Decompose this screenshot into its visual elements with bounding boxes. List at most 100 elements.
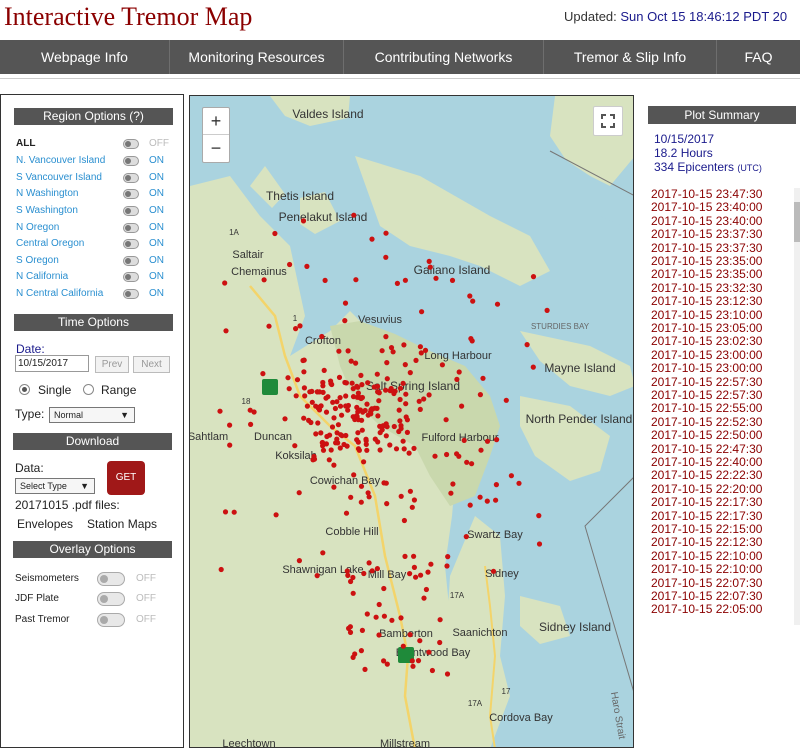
timestamp-item[interactable]: 2017-10-15 22:07:30: [651, 576, 762, 590]
epicenter-marker[interactable]: [444, 451, 450, 458]
epicenter-marker[interactable]: [364, 447, 370, 453]
epicenter-marker[interactable]: [403, 414, 409, 420]
epicenter-marker[interactable]: [508, 473, 514, 479]
epicenter-marker[interactable]: [361, 570, 367, 577]
epicenter-marker[interactable]: [372, 405, 378, 411]
region-row-all[interactable]: ALL OFF: [16, 136, 174, 152]
epicenter-marker[interactable]: [329, 424, 336, 430]
epicenter-marker[interactable]: [374, 566, 380, 572]
epicenter-marker[interactable]: [342, 318, 348, 324]
epicenter-marker[interactable]: [353, 277, 359, 283]
epicenter-marker[interactable]: [456, 369, 462, 375]
epicenter-marker[interactable]: [318, 430, 324, 436]
epicenter-marker[interactable]: [484, 498, 490, 504]
timestamp-item[interactable]: 2017-10-15 22:10:00: [651, 549, 762, 563]
epicenter-marker[interactable]: [384, 661, 390, 667]
epicenter-marker[interactable]: [325, 394, 331, 400]
epicenter-marker[interactable]: [282, 416, 288, 422]
epicenter-marker[interactable]: [530, 364, 536, 370]
epicenter-marker[interactable]: [355, 430, 361, 436]
timestamp-item[interactable]: 2017-10-15 22:55:00: [651, 402, 762, 415]
epicenter-marker[interactable]: [423, 586, 429, 593]
region-options-heading[interactable]: Region Options (?): [14, 108, 173, 125]
epicenter-marker[interactable]: [403, 401, 409, 407]
nav-tremor-slip-info[interactable]: Tremor & Slip Info: [544, 40, 717, 74]
epicenter-marker[interactable]: [371, 384, 377, 390]
epicenter-marker[interactable]: [516, 480, 522, 486]
epicenter-marker[interactable]: [293, 326, 299, 332]
epicenter-marker[interactable]: [417, 638, 423, 644]
epicenter-marker[interactable]: [322, 277, 328, 283]
epicenter-marker[interactable]: [406, 450, 412, 456]
epicenter-marker[interactable]: [364, 401, 370, 407]
epicenter-marker[interactable]: [428, 561, 434, 567]
epicenter-marker[interactable]: [324, 433, 330, 440]
epicenter-marker[interactable]: [404, 429, 410, 435]
epicenter-marker[interactable]: [300, 218, 307, 224]
epicenter-marker[interactable]: [260, 371, 266, 377]
epicenter-marker[interactable]: [307, 389, 313, 395]
epicenter-marker[interactable]: [287, 261, 293, 268]
epicenter-marker[interactable]: [336, 348, 342, 354]
epicenter-marker[interactable]: [384, 360, 390, 366]
epicenter-marker[interactable]: [444, 563, 450, 569]
epicenter-marker[interactable]: [429, 667, 435, 674]
prev-button[interactable]: Prev: [95, 356, 129, 373]
toggle-switch[interactable]: [123, 223, 139, 233]
timestamp-item[interactable]: 2017-10-15 22:12:30: [651, 536, 762, 549]
epicenter-marker[interactable]: [315, 405, 321, 411]
epicenter-marker[interactable]: [227, 422, 233, 428]
epicenter-marker[interactable]: [433, 275, 439, 281]
overlay-row-seismometers[interactable]: Seismometers OFF: [15, 571, 173, 587]
epicenter-marker[interactable]: [388, 345, 395, 351]
epicenter-marker[interactable]: [381, 613, 387, 619]
region-row-s-vancouver-island[interactable]: S Vancouver Island ON: [16, 170, 174, 186]
epicenter-marker[interactable]: [351, 472, 357, 478]
epicenter-marker[interactable]: [494, 301, 501, 307]
timestamp-item[interactable]: 2017-10-15 23:37:30: [651, 228, 762, 241]
toggle-switch[interactable]: [123, 156, 139, 166]
epicenter-marker[interactable]: [421, 396, 427, 402]
nav-webpage-info[interactable]: Webpage Info: [0, 40, 170, 74]
epicenter-marker[interactable]: [218, 566, 224, 573]
range-radio[interactable]: [83, 384, 94, 395]
epicenter-marker[interactable]: [409, 504, 415, 510]
epicenter-marker[interactable]: [413, 574, 419, 580]
timestamp-item[interactable]: 2017-10-15 22:05:00: [651, 603, 762, 616]
timestamp-item[interactable]: 2017-10-15 23:05:00: [651, 322, 762, 335]
epicenter-marker[interactable]: [337, 403, 344, 409]
timestamp-item[interactable]: 2017-10-15 23:40:00: [651, 201, 762, 214]
epicenter-marker[interactable]: [410, 663, 416, 669]
single-radio[interactable]: [19, 384, 30, 395]
epicenter-marker[interactable]: [445, 554, 451, 560]
epicenter-marker[interactable]: [450, 481, 456, 487]
epicenter-marker[interactable]: [350, 590, 356, 596]
epicenter-marker[interactable]: [345, 348, 351, 354]
timestamp-list[interactable]: 2017-10-15 23:47:30 2017-10-15 23:40:00 20…: [648, 186, 800, 631]
epicenter-marker[interactable]: [480, 375, 486, 381]
epicenter-marker[interactable]: [301, 415, 307, 421]
epicenter-marker[interactable]: [407, 571, 413, 577]
timestamp-item[interactable]: 2017-10-15 23:02:30: [651, 335, 762, 348]
epicenter-marker[interactable]: [231, 509, 237, 515]
map-canvas[interactable]: Valdes Island Thetis Island Penelakut Is…: [190, 96, 634, 748]
epicenter-marker[interactable]: [351, 212, 357, 218]
epicenter-marker[interactable]: [524, 342, 530, 348]
epicenter-marker[interactable]: [356, 447, 362, 453]
toggle-switch[interactable]: [123, 189, 139, 199]
epicenter-marker[interactable]: [294, 377, 301, 383]
epicenter-marker[interactable]: [417, 406, 423, 412]
epicenter-marker[interactable]: [334, 430, 340, 436]
epicenter-marker[interactable]: [407, 632, 413, 638]
epicenter-marker[interactable]: [358, 648, 364, 654]
region-row-central-oregon[interactable]: Central Oregon ON: [16, 236, 174, 252]
epicenter-marker[interactable]: [272, 230, 278, 237]
zoom-in-button[interactable]: +: [203, 108, 229, 135]
epicenter-marker[interactable]: [328, 378, 334, 384]
epicenter-marker[interactable]: [426, 392, 432, 398]
epicenter-marker[interactable]: [379, 348, 385, 354]
epicenter-marker[interactable]: [383, 254, 389, 260]
epicenter-marker[interactable]: [348, 358, 354, 364]
epicenter-marker[interactable]: [470, 298, 476, 304]
epicenter-marker[interactable]: [426, 649, 432, 655]
